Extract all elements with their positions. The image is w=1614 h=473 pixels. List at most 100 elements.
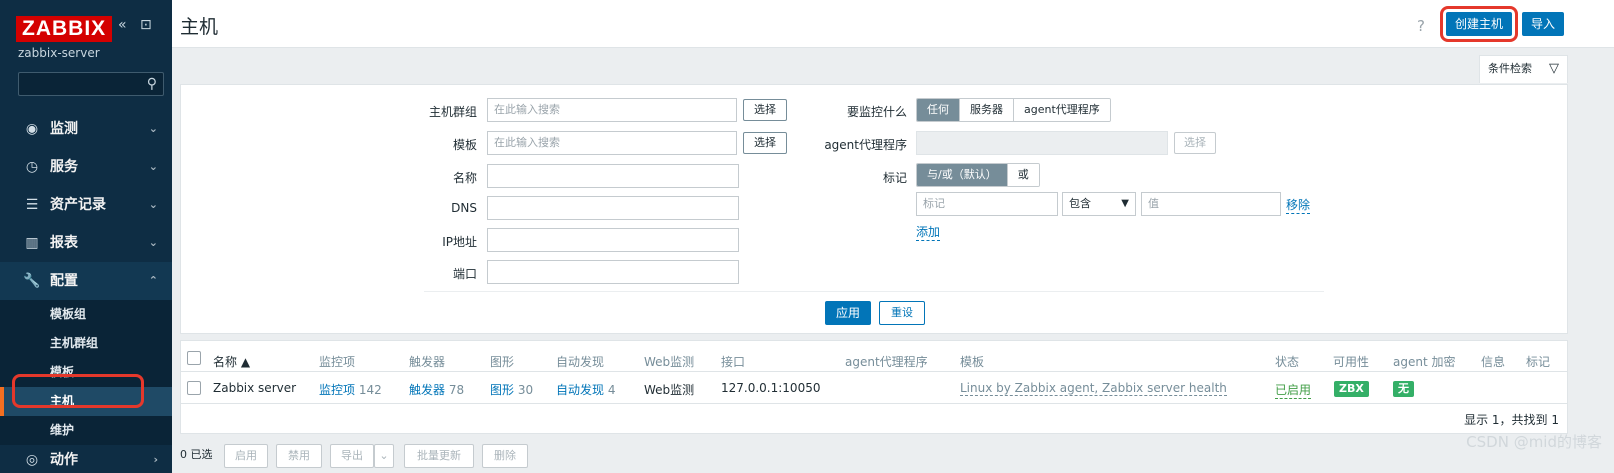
monitored-by-any[interactable]: 任何	[917, 99, 960, 121]
tag-name-input[interactable]: 标记	[916, 192, 1058, 216]
monitored-by-server[interactable]: 服务器	[960, 99, 1014, 121]
clock-icon: ◷	[25, 159, 39, 175]
monitored-by-label: 要监控什么	[846, 105, 907, 119]
disable-button[interactable]: 禁用	[276, 444, 322, 468]
availability-badge[interactable]: ZBX	[1334, 381, 1369, 397]
filter-panel: 主机群组 在此输入搜索 选择 模板 在此输入搜索 选择 名称 DNS IP地址 …	[180, 84, 1568, 334]
th-graphs: 图形	[490, 355, 515, 369]
export-dropdown[interactable]: ⌄	[374, 444, 394, 468]
ip-input[interactable]	[487, 228, 739, 252]
main-menu: ◉ 监测 ⌄ ◷ 服务 ⌄ ☰ 资产记录 ⌄ ▥ 报表 ⌄ 🔧 配置 ⌃ 模板组 主机群组…	[0, 110, 172, 473]
sidebar: ZABBIX « ⊡ zabbix-server ⚲ ◉ 监测 ⌄ ◷ 服务 ⌄ ☰…	[0, 0, 172, 473]
th-web: Web监测	[644, 355, 695, 369]
submenu-template-groups[interactable]: 模板组	[0, 300, 172, 329]
tags-or[interactable]: 或	[1007, 164, 1039, 186]
th-interface: 接口	[721, 355, 746, 369]
page-header: 主机 ? 创建主机 导入	[172, 0, 1614, 48]
chevron-down-icon: ⌄	[148, 236, 158, 249]
web-link[interactable]: Web监测	[644, 381, 694, 398]
enable-button[interactable]: 启用	[224, 444, 268, 468]
menu-actions[interactable]: ◎ 动作 ›	[0, 445, 172, 473]
tags-and-or[interactable]: 与/或（默认）	[917, 164, 1008, 186]
status-toggle[interactable]: 已启用	[1275, 381, 1312, 399]
host-groups-select-button[interactable]: 选择	[743, 99, 787, 121]
items-cell: 监控项 142	[319, 381, 382, 398]
chevron-down-icon: ▼	[1121, 198, 1129, 209]
delete-button[interactable]: 删除	[482, 444, 528, 468]
kiosk-mode-icon[interactable]: ⊡	[140, 17, 152, 33]
tags-evaltype-toggle[interactable]: 与/或（默认） 或	[916, 163, 1040, 187]
chevron-down-icon: ⌄	[379, 449, 389, 462]
chevron-down-icon: ⌄	[148, 160, 158, 173]
apply-button[interactable]: 应用	[825, 301, 871, 325]
select-all-checkbox[interactable]	[187, 351, 201, 365]
monitored-by-proxy[interactable]: agent代理程序	[1014, 99, 1110, 121]
tag-value-input[interactable]: 值	[1141, 192, 1281, 216]
menu-label: 监测	[50, 121, 78, 137]
import-button[interactable]: 导入	[1522, 12, 1564, 36]
encryption-badge: 无	[1393, 381, 1414, 397]
selected-count: 0 已选	[180, 448, 213, 461]
menu-services[interactable]: ◷ 服务 ⌄	[0, 148, 172, 186]
sidebar-search-input[interactable]: ⚲	[18, 72, 164, 96]
th-templates: 模板	[960, 355, 985, 369]
proxy-input	[916, 131, 1168, 155]
menu-configuration[interactable]: 🔧 配置 ⌃	[0, 262, 172, 300]
highlight-annotation-hosts	[12, 374, 144, 408]
dns-label: DNS	[451, 201, 477, 215]
collapse-sidebar-icon[interactable]: «	[118, 17, 127, 33]
port-label: 端口	[452, 267, 477, 281]
menu-inventory[interactable]: ☰ 资产记录 ⌄	[0, 186, 172, 224]
templates-select-button[interactable]: 选择	[743, 132, 787, 154]
templates-label: 模板	[452, 138, 477, 152]
host-name-link[interactable]: Zabbix server	[213, 381, 296, 395]
graphs-link[interactable]: 图形	[490, 383, 514, 397]
graphs-cell: 图形 30	[490, 381, 533, 398]
host-groups-input[interactable]: 在此输入搜索	[487, 98, 737, 122]
export-button[interactable]: 导出	[330, 444, 374, 468]
th-discovery: 自动发现	[556, 355, 605, 369]
watermark: CSDN @mid的博客	[1466, 433, 1602, 451]
th-name[interactable]: 名称 ▲	[213, 353, 250, 370]
chevron-up-icon: ⌃	[148, 274, 158, 287]
monitored-by-toggle[interactable]: 任何 服务器 agent代理程序	[916, 98, 1111, 122]
submenu-host-groups[interactable]: 主机群组	[0, 329, 172, 358]
name-input[interactable]	[487, 164, 739, 188]
graphs-count: 30	[517, 383, 534, 397]
items-link[interactable]: 监控项	[319, 383, 355, 397]
dns-input[interactable]	[487, 196, 739, 220]
submenu-maintenance[interactable]: 维护	[0, 416, 172, 445]
port-input[interactable]	[487, 260, 739, 284]
menu-label: 动作	[50, 452, 78, 468]
tag-add-link[interactable]: 添加	[916, 223, 941, 241]
triggers-cell: 触发器 78	[409, 381, 464, 398]
wrench-icon: 🔧	[23, 273, 41, 289]
templates-input[interactable]: 在此输入搜索	[487, 131, 737, 155]
help-icon[interactable]: ?	[1417, 17, 1425, 35]
search-icon[interactable]: ⚲	[147, 76, 157, 92]
chevron-down-icon: ⌄	[148, 122, 158, 135]
eye-icon: ◉	[25, 121, 39, 137]
filter-tab[interactable]: 条件检索 ▽	[1479, 55, 1568, 83]
zabbix-logo[interactable]: ZABBIX	[16, 16, 113, 42]
chevron-right-icon: ›	[153, 453, 158, 466]
discovery-link[interactable]: 自动发现	[556, 383, 604, 397]
triggers-link[interactable]: 触发器	[409, 383, 445, 397]
server-name: zabbix-server	[18, 46, 100, 60]
th-triggers: 触发器	[409, 355, 446, 369]
reset-button[interactable]: 重设	[879, 301, 925, 325]
row-checkbox[interactable]	[187, 381, 201, 395]
tag-operator-value: 包含	[1069, 197, 1091, 210]
templates-link[interactable]: Linux by Zabbix agent, Zabbix server hea…	[960, 381, 1227, 396]
tag-operator-select[interactable]: 包含 ▼	[1062, 192, 1136, 216]
menu-label: 报表	[50, 235, 78, 251]
hosts-table: 名称 ▲ 监控项 触发器 图形 自动发现 Web监测 接口 agent代理程序 …	[180, 340, 1568, 434]
mass-update-button[interactable]: 批量更新	[404, 444, 474, 468]
chevron-down-icon: ⌄	[148, 198, 158, 211]
th-encryption: agent 加密	[1393, 355, 1456, 369]
page-title: 主机	[180, 16, 219, 38]
th-items: 监控项	[319, 355, 356, 369]
tag-remove-link[interactable]: 移除	[1286, 196, 1311, 214]
menu-reports[interactable]: ▥ 报表 ⌄	[0, 224, 172, 262]
menu-monitoring[interactable]: ◉ 监测 ⌄	[0, 110, 172, 148]
